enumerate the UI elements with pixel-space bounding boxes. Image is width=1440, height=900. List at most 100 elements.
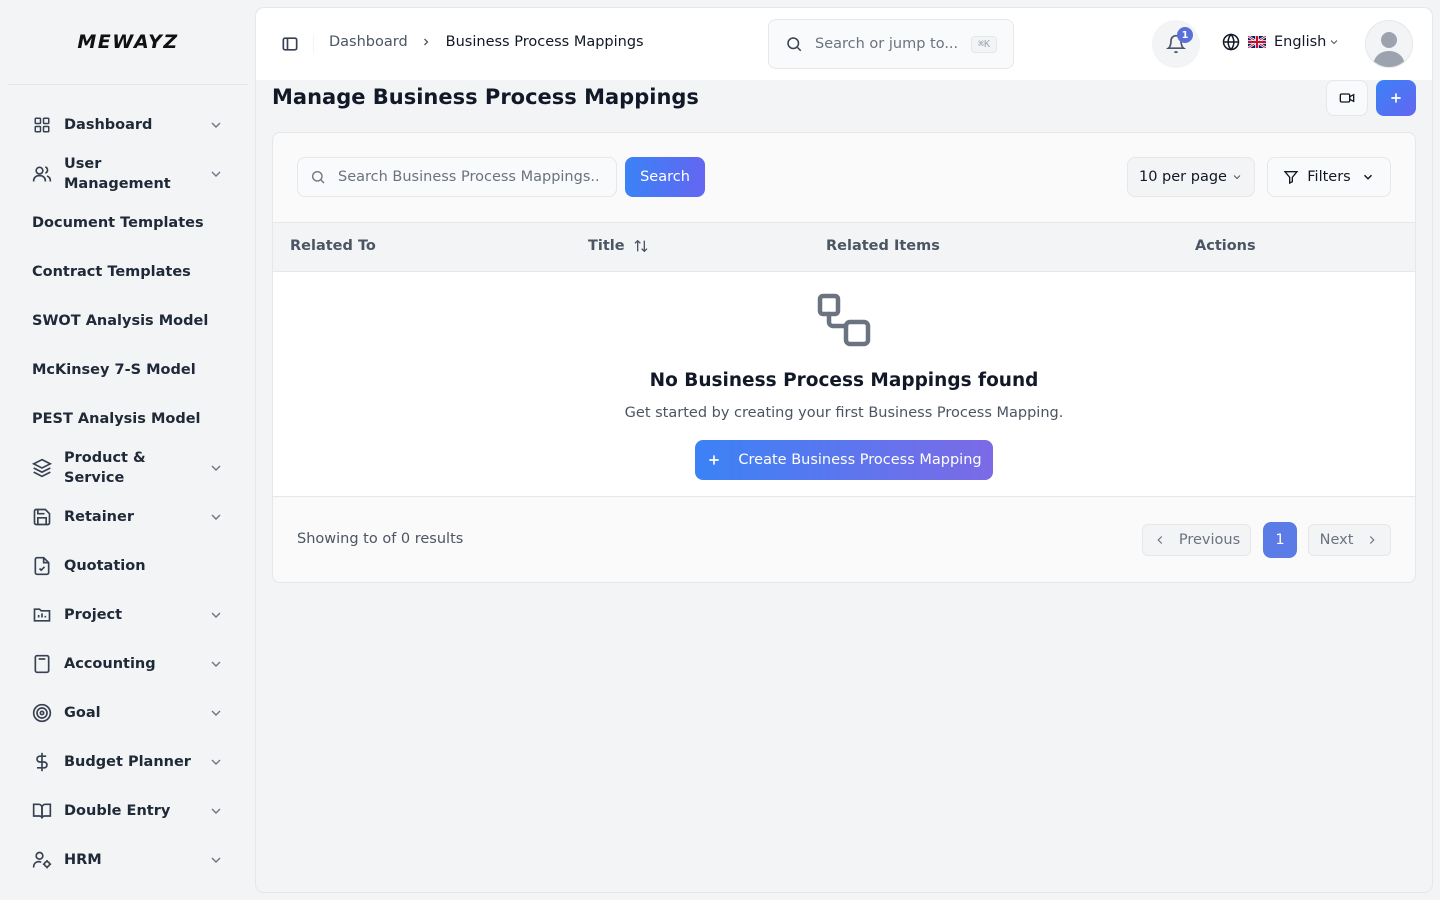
- chevron-left-icon: [1157, 536, 1163, 544]
- calculator-icon: [32, 654, 52, 674]
- next-label: Next: [1319, 532, 1354, 548]
- sidebar-item-label: Retainer: [64, 509, 134, 525]
- sidebar-item-label: Budget Planner: [64, 754, 191, 770]
- previous-page-button[interactable]: Previous: [1142, 524, 1251, 556]
- sidebar-item-document-templates[interactable]: Document Templates: [32, 213, 228, 233]
- sidebar-item-goal[interactable]: Goal: [32, 703, 228, 723]
- sidebar-item-project[interactable]: Project: [32, 605, 228, 625]
- file-check-icon: [32, 556, 52, 576]
- panel-left-icon: [282, 37, 298, 51]
- sidebar-item-quotation[interactable]: Quotation: [32, 556, 228, 576]
- search-icon: [312, 171, 325, 184]
- notification-badge: 1: [1177, 27, 1193, 43]
- book-open-icon: [32, 801, 52, 821]
- create-mapping-button[interactable]: Create Business Process Mapping: [695, 440, 993, 480]
- table-header: Related To Title Related Items Actions: [273, 222, 1415, 272]
- empty-state-subtitle: Get started by creating your first Busin…: [624, 405, 1064, 421]
- user-cog-icon: [32, 850, 52, 870]
- plus-icon: [709, 455, 720, 465]
- chevron-down-icon: [211, 612, 221, 618]
- plus-icon: [1391, 93, 1401, 103]
- sidebar-item-accounting[interactable]: Accounting: [32, 654, 228, 674]
- sidebar-toggle-button[interactable]: [280, 34, 300, 54]
- global-search-placeholder: Search or jump to...: [815, 36, 959, 52]
- mappings-search-input[interactable]: [338, 169, 598, 185]
- column-header-title[interactable]: Title: [588, 238, 649, 254]
- sidebar-item-label: User Management: [64, 156, 171, 192]
- sidebar-item-dashboard[interactable]: Dashboard: [32, 115, 228, 135]
- chevron-down-icon: [1331, 40, 1338, 45]
- sidebar-item-double-entry[interactable]: Double Entry: [32, 801, 228, 821]
- filter-icon: [1283, 171, 1299, 185]
- shortcut-hint: ⌘K: [970, 35, 997, 53]
- project-chart-icon: [32, 605, 52, 625]
- page-1-button[interactable]: 1: [1263, 522, 1297, 558]
- results-summary: Showing to of 0 results: [297, 531, 464, 547]
- chevron-down-icon: [211, 661, 221, 667]
- notifications-button[interactable]: 1: [1152, 20, 1200, 68]
- sidebar-item-label: SWOT Analysis Model: [32, 313, 209, 329]
- sidebar-item-mckinsey-7s[interactable]: McKinsey 7-S Model: [32, 360, 228, 380]
- mappings-search-field[interactable]: [297, 157, 617, 197]
- chevron-down-icon: [211, 171, 221, 177]
- sidebar-item-retainer[interactable]: Retainer: [32, 507, 228, 527]
- layers-icon: [32, 458, 52, 478]
- empty-state-title: No Business Process Mappings found: [649, 370, 1039, 391]
- per-page-select[interactable]: 10 per page: [1127, 157, 1255, 197]
- sidebar-divider: [8, 84, 248, 85]
- sidebar-item-label: Quotation: [64, 558, 146, 574]
- chevron-down-icon: [211, 759, 221, 765]
- add-new-button[interactable]: [1376, 80, 1416, 116]
- video-tutorial-button[interactable]: [1326, 80, 1368, 116]
- save-icon: [32, 507, 52, 527]
- chevron-down-icon: [211, 122, 221, 128]
- sidebar-item-label: Dashboard: [64, 117, 153, 133]
- global-search-input[interactable]: Search or jump to... ⌘K: [768, 19, 1014, 69]
- chevron-down-icon: [211, 514, 221, 520]
- sidebar-item-label: McKinsey 7-S Model: [32, 362, 196, 378]
- language-selector[interactable]: English: [1222, 33, 1340, 51]
- search-icon: [787, 37, 802, 52]
- sidebar-item-label: Contract Templates: [32, 264, 191, 280]
- breadcrumb-current: Business Process Mappings: [445, 34, 644, 50]
- target-icon: [32, 703, 52, 723]
- sidebar-item-swot-analysis[interactable]: SWOT Analysis Model: [32, 311, 228, 331]
- create-mapping-label: Create Business Process Mapping: [738, 452, 982, 468]
- chevron-right-icon: [423, 38, 429, 46]
- sidebar-item-budget-planner[interactable]: Budget Planner: [32, 752, 228, 772]
- sidebar-item-user-management[interactable]: User Management: [32, 154, 228, 194]
- sidebar-item-label: Document Templates: [32, 215, 204, 231]
- brand-logo[interactable]: MEWAYZ: [0, 0, 256, 84]
- language-label: English: [1274, 34, 1327, 50]
- sidebar-item-label: Accounting: [64, 656, 156, 672]
- avatar-icon: [1373, 32, 1405, 67]
- sidebar-item-contract-templates[interactable]: Contract Templates: [32, 262, 228, 282]
- user-avatar-button[interactable]: [1365, 20, 1413, 68]
- globe-icon: [1222, 33, 1240, 51]
- per-page-value: 10 per page: [1139, 169, 1227, 185]
- uk-flag-icon: [1248, 36, 1266, 48]
- sort-icon: [634, 239, 648, 253]
- chevron-down-icon: [1363, 174, 1372, 180]
- sidebar-item-product-service[interactable]: Product & Service: [32, 448, 228, 488]
- sidebar-item-label: PEST Analysis Model: [32, 411, 201, 427]
- header-divider: [313, 35, 314, 53]
- sidebar-item-hrm[interactable]: HRM: [32, 850, 228, 870]
- logo-text: MEWAYZ: [77, 31, 179, 53]
- sidebar-item-pest-analysis[interactable]: PEST Analysis Model: [32, 409, 228, 429]
- breadcrumb-dashboard-link[interactable]: Dashboard: [329, 34, 408, 50]
- sidebar-item-label: Product & Service: [64, 450, 146, 486]
- sidebar: MEWAYZ Dashboard User Management Documen…: [0, 0, 256, 900]
- video-icon: [1339, 93, 1355, 103]
- sidebar-item-label: HRM: [64, 852, 102, 868]
- filters-button[interactable]: Filters: [1267, 157, 1391, 197]
- sidebar-item-label: Double Entry: [64, 803, 171, 819]
- chevron-down-icon: [211, 710, 221, 716]
- search-button[interactable]: Search: [625, 157, 705, 197]
- sidebar-item-label: Goal: [64, 705, 101, 721]
- chevron-right-icon: [1370, 536, 1375, 544]
- grid-icon: [32, 115, 52, 135]
- column-header-related-to: Related To: [290, 238, 376, 254]
- next-page-button[interactable]: Next: [1308, 524, 1391, 556]
- breadcrumb: Dashboard Business Process Mappings: [329, 34, 644, 50]
